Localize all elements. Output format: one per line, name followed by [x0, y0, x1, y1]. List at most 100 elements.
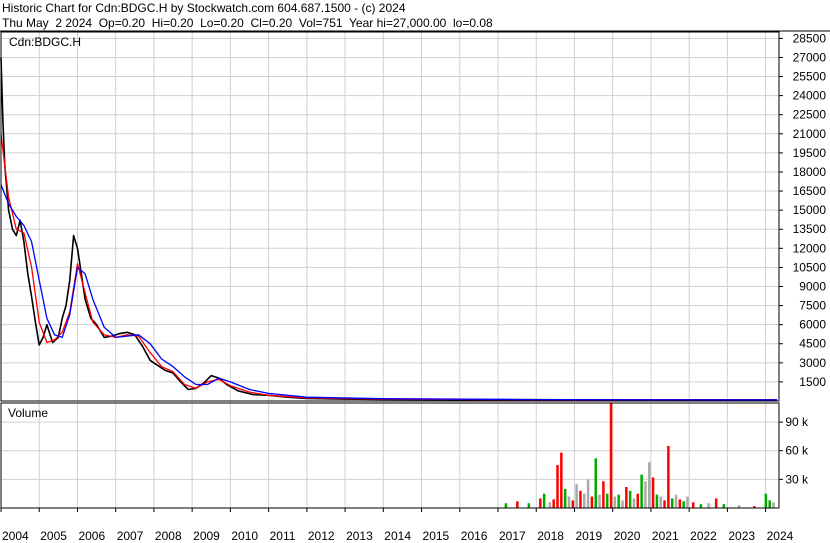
price-series-line — [0, 57, 778, 401]
y-tick-label: 27000 — [793, 50, 827, 64]
volume-bar — [548, 502, 552, 508]
volume-bar — [772, 502, 775, 508]
y-tick-label: 22500 — [793, 108, 827, 122]
volume-bar — [625, 487, 628, 508]
x-tick-label: 2017 — [499, 529, 526, 543]
x-tick-label: 2011 — [270, 529, 296, 543]
volume-bar — [691, 502, 695, 508]
x-tick-label: 2004 — [2, 529, 29, 543]
volume-bar — [504, 503, 508, 508]
x-tick-label: 2024 — [767, 529, 794, 543]
y-tick-label: 1500 — [799, 375, 826, 389]
x-tick-label: 2021 — [652, 529, 679, 543]
volume-bar — [539, 498, 542, 508]
y-tick-label: 3000 — [799, 356, 826, 370]
y-tick-label: 4500 — [799, 337, 826, 351]
volume-bar — [560, 452, 563, 508]
x-tick-label: 2012 — [308, 529, 335, 543]
x-tick-label: 2009 — [193, 529, 220, 543]
volume-bar — [764, 493, 768, 508]
volume-bar — [663, 500, 666, 508]
volume-bar — [648, 462, 651, 508]
volume-bar — [670, 498, 674, 508]
x-tick-label: 2005 — [40, 529, 67, 543]
volume-bar — [659, 496, 662, 508]
y-tick-label: 13500 — [793, 222, 827, 236]
volume-bar — [609, 403, 613, 508]
y-tick-label: 7500 — [799, 299, 826, 313]
volume-bar — [621, 500, 624, 508]
y-tick-label: 21000 — [793, 127, 827, 141]
x-tick-label: 2008 — [155, 529, 182, 543]
x-tick-label: 2023 — [728, 529, 755, 543]
price-series-line — [0, 184, 778, 401]
volume-bar — [632, 498, 636, 508]
volume-bar — [516, 501, 519, 508]
x-tick-label: 2013 — [346, 529, 373, 543]
volume-bar — [590, 496, 594, 508]
volume-bar — [556, 465, 559, 508]
x-tick-label: 2022 — [690, 529, 717, 543]
volume-panel-title: Volume — [8, 406, 48, 420]
axes — [0, 30, 830, 512]
volume-bar — [552, 499, 555, 508]
x-tick-label: 2014 — [384, 529, 411, 543]
volume-bar — [563, 488, 567, 508]
axis-labels: 2004 2005 2006 2007 2008 2009 2010 2011 2012 2013… — [2, 31, 826, 543]
y-tick-label: 25500 — [793, 70, 827, 84]
volume-bar — [571, 500, 575, 508]
y-tick-label: 19500 — [793, 146, 827, 160]
volume-panel-frame — [0, 402, 780, 509]
y-tick-label: 10500 — [793, 260, 827, 274]
y-tick-label: 28500 — [793, 31, 827, 45]
price-panel-frame — [0, 31, 780, 402]
volume-bar — [579, 490, 582, 508]
x-tick-label: 2007 — [117, 529, 144, 543]
y-tick-label: 6000 — [799, 318, 826, 332]
volume-bar — [640, 474, 643, 508]
volume-bar — [722, 504, 726, 508]
volume-tick-label: 60 k — [785, 444, 809, 458]
volume-bar — [613, 496, 617, 508]
x-tick-label: 2010 — [231, 529, 258, 543]
y-tick-label: 15000 — [793, 203, 827, 217]
volume-bar — [527, 503, 531, 508]
volume-bar — [644, 481, 647, 508]
volume-bar — [542, 493, 546, 508]
volume-tick-label: 30 k — [785, 472, 809, 486]
volume-bar — [617, 494, 620, 508]
volume-bar — [707, 503, 710, 508]
y-tick-label: 12000 — [793, 241, 827, 255]
volume-bar — [583, 493, 586, 508]
volume-bar — [768, 500, 771, 508]
x-tick-label: 2019 — [575, 529, 602, 543]
y-tick-label: 16500 — [793, 184, 827, 198]
price-grid — [1, 32, 779, 401]
x-tick-label: 2006 — [78, 529, 105, 543]
volume-bar — [686, 496, 689, 508]
price-panel-title: Cdn:BDGC.H — [9, 35, 81, 49]
volume-grid — [1, 403, 779, 508]
volume-bars — [504, 403, 775, 508]
y-tick-label: 9000 — [799, 279, 826, 293]
volume-bar — [602, 481, 605, 508]
volume-bar — [636, 493, 640, 508]
volume-bar — [567, 496, 571, 508]
y-tick-label: 24000 — [793, 89, 827, 103]
x-tick-label: 2018 — [537, 529, 564, 543]
volume-bar — [655, 494, 659, 508]
y-tick-label: 18000 — [793, 165, 827, 179]
volume-bar — [605, 493, 609, 508]
volume-bar — [586, 479, 590, 508]
volume-bar — [628, 490, 632, 508]
volume-bar — [682, 501, 685, 508]
x-tick-label: 2016 — [461, 529, 488, 543]
volume-bar — [667, 445, 670, 508]
volume-bar — [598, 494, 601, 508]
volume-bar — [699, 504, 703, 508]
price-series-line — [0, 133, 778, 401]
volume-bar — [651, 477, 655, 508]
volume-bar — [674, 494, 678, 508]
price-lines — [0, 57, 778, 401]
volume-bar — [575, 484, 578, 508]
